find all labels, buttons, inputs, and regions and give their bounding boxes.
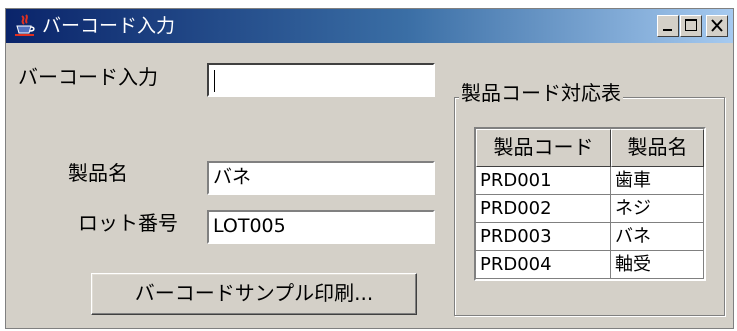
- table-row[interactable]: PRD003 バネ: [476, 223, 704, 251]
- table-row[interactable]: PRD004 軸受: [476, 251, 704, 279]
- title-bar[interactable]: バーコード入力: [6, 9, 733, 43]
- java-cup-icon[interactable]: [14, 14, 36, 38]
- column-header-product-name[interactable]: 製品名: [611, 129, 704, 167]
- barcode-input[interactable]: [207, 63, 435, 97]
- cell-product-name[interactable]: 歯車: [611, 167, 704, 195]
- minimize-icon: [663, 29, 672, 31]
- cell-product-code[interactable]: PRD003: [476, 223, 611, 251]
- text-caret: [214, 70, 215, 92]
- lot-number-field[interactable]: LOT005: [207, 210, 435, 244]
- table-header: 製品コード 製品名: [476, 129, 704, 167]
- product-name-field[interactable]: バネ: [207, 161, 435, 195]
- maximize-icon: [685, 19, 697, 31]
- barcode-label: バーコード入力: [18, 65, 158, 89]
- close-icon: [711, 19, 723, 32]
- cell-product-name[interactable]: バネ: [611, 223, 704, 251]
- table-row[interactable]: PRD001 歯車: [476, 167, 704, 195]
- maximize-button[interactable]: [680, 15, 702, 37]
- close-button[interactable]: [706, 15, 728, 37]
- cell-product-name[interactable]: 軸受: [611, 251, 704, 279]
- table-row[interactable]: PRD002 ネジ: [476, 195, 704, 223]
- cell-product-code[interactable]: PRD002: [476, 195, 611, 223]
- lot-number-label: ロット番号: [78, 211, 178, 235]
- window-title: バーコード入力: [42, 15, 176, 37]
- cell-product-code[interactable]: PRD001: [476, 167, 611, 195]
- print-sample-button[interactable]: バーコードサンプル印刷...: [91, 273, 417, 315]
- cell-product-code[interactable]: PRD004: [476, 251, 611, 279]
- product-name-label: 製品名: [68, 161, 128, 185]
- cell-product-name[interactable]: ネジ: [611, 195, 704, 223]
- app-window: バーコード入力 バーコード入力 製品名 バネ ロット番号 LOT005 バーコー…: [5, 8, 734, 329]
- product-code-table[interactable]: 製品コード 製品名 PRD001 歯車 PRD002 ネジ PRD003 バネ …: [474, 127, 706, 281]
- minimize-button[interactable]: [657, 15, 679, 37]
- column-header-product-code[interactable]: 製品コード: [476, 129, 611, 167]
- groupbox-title: 製品コード対応表: [459, 81, 623, 105]
